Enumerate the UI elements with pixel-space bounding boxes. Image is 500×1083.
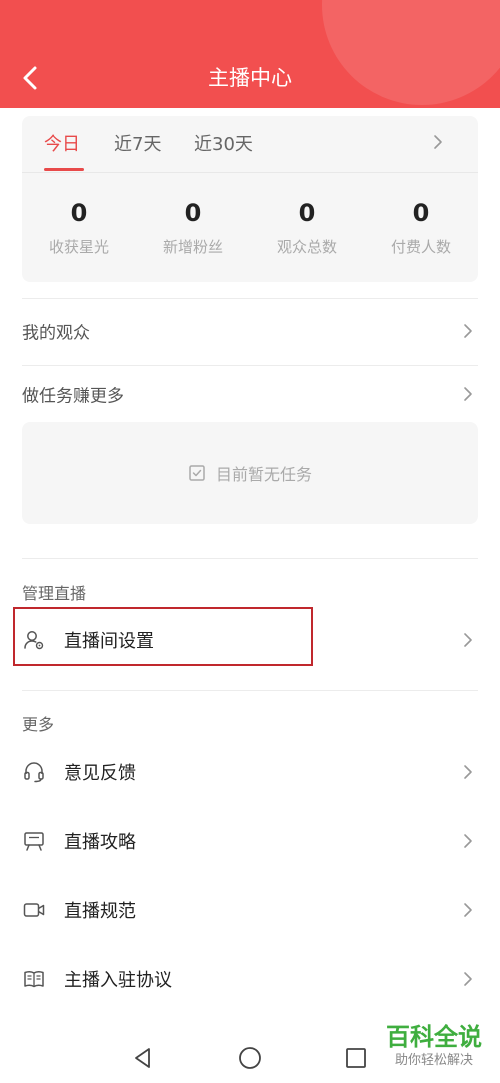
live-rules-row[interactable]: 直播规范 xyxy=(0,880,500,940)
video-camera-icon xyxy=(23,903,45,917)
stat-value: 0 xyxy=(298,199,316,227)
row-label: 直播攻略 xyxy=(64,832,136,853)
chevron-right-icon xyxy=(464,765,472,779)
row-label: 我的观众 xyxy=(22,323,90,344)
empty-tasks-text: 目前暂无任务 xyxy=(215,465,312,484)
divider xyxy=(22,298,478,299)
highlight-box xyxy=(13,607,313,666)
nav-recents-button[interactable] xyxy=(338,1040,374,1076)
tab-7-days[interactable]: 近7天 xyxy=(114,130,161,156)
stat-value: 0 xyxy=(412,199,430,227)
nav-home-button[interactable] xyxy=(232,1040,268,1076)
chevron-right-icon xyxy=(464,387,472,401)
chevron-right-icon xyxy=(464,903,472,917)
headset-icon xyxy=(24,762,44,783)
host-agreement-row[interactable]: 主播入驻协议 xyxy=(0,949,500,1009)
watermark-title: 百科全说 xyxy=(386,1023,482,1051)
tasks-row[interactable]: 做任务赚更多 xyxy=(0,364,500,424)
chevron-right-icon xyxy=(464,633,472,647)
section-title-manage: 管理直播 xyxy=(22,584,87,603)
circle-home-icon xyxy=(239,1047,261,1069)
square-recents-icon xyxy=(346,1048,366,1068)
row-label: 意见反馈 xyxy=(64,763,136,784)
book-icon xyxy=(24,971,44,988)
chevron-right-icon xyxy=(464,324,472,338)
feedback-row[interactable]: 意见反馈 xyxy=(0,742,500,802)
stat-new-fans: 0 新增粉丝 xyxy=(136,198,250,257)
tab-30-days[interactable]: 近30天 xyxy=(194,130,253,156)
chevron-right-icon xyxy=(464,972,472,986)
row-label: 直播规范 xyxy=(64,901,136,922)
row-label: 主播入驻协议 xyxy=(64,970,172,991)
period-tabs: 今日 近7天 近30天 xyxy=(22,116,478,173)
active-tab-indicator xyxy=(44,168,84,171)
triangle-back-icon xyxy=(135,1048,150,1068)
easel-icon xyxy=(24,832,44,851)
stat-value: 0 xyxy=(70,199,88,227)
chevron-right-icon xyxy=(464,834,472,848)
chevron-right-icon[interactable] xyxy=(432,132,444,152)
stat-label: 观众总数 xyxy=(276,238,337,256)
stat-paying-users: 0 付费人数 xyxy=(364,198,478,257)
stats-card: 今日 近7天 近30天 0 收获星光 0 新增粉丝 0 观众总数 0 付费人数 xyxy=(22,116,478,282)
stat-label: 付费人数 xyxy=(390,238,451,256)
stat-starlight: 0 收获星光 xyxy=(22,198,136,257)
row-label: 做任务赚更多 xyxy=(22,386,124,407)
divider xyxy=(22,690,478,691)
watermark-logo: 百科全说 助你轻松解决 xyxy=(372,1022,496,1070)
live-guide-row[interactable]: 直播攻略 xyxy=(0,811,500,871)
section-title-more: 更多 xyxy=(22,715,55,734)
watermark-subtitle: 助你轻松解决 xyxy=(394,1053,473,1068)
divider xyxy=(22,558,478,559)
empty-tasks-box: 目前暂无任务 xyxy=(22,422,478,524)
stat-total-viewers: 0 观众总数 xyxy=(250,198,364,257)
my-audience-row[interactable]: 我的观众 xyxy=(0,301,500,361)
page-title: 主播中心 xyxy=(208,66,292,90)
app-header: 主播中心 xyxy=(0,0,500,108)
tab-today[interactable]: 今日 xyxy=(44,130,80,156)
stat-value: 0 xyxy=(184,199,202,227)
stat-label: 收获星光 xyxy=(48,238,109,256)
stat-label: 新增粉丝 xyxy=(162,238,223,256)
checkbox-icon xyxy=(189,465,205,481)
nav-back-button[interactable] xyxy=(125,1040,161,1076)
